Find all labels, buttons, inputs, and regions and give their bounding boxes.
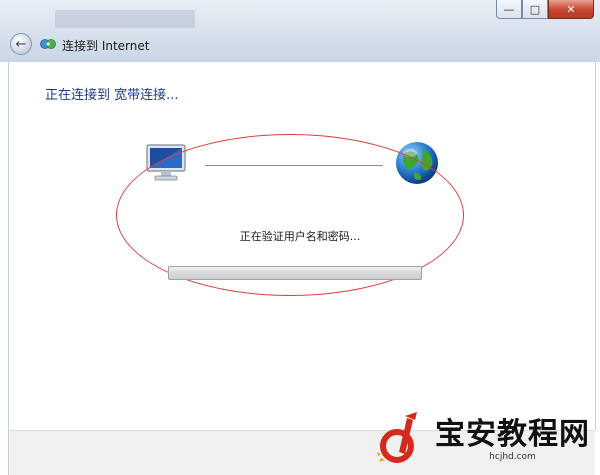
back-button[interactable]: ← [10, 33, 32, 55]
progress-bar [168, 266, 422, 280]
watermark-site-name: 宝安教程网 [435, 416, 590, 452]
watermark-text: 宝安教程网 hcjhd.com [435, 416, 590, 463]
maximize-button[interactable]: □ [522, 0, 548, 19]
network-connection-icon [40, 39, 56, 49]
status-text: 正在验证用户名和密码... [239, 230, 361, 243]
wizard-content [8, 62, 596, 430]
watermark-logo-icon [377, 412, 417, 463]
site-watermark: 宝安教程网 hcjhd.com [371, 410, 590, 470]
minimize-button[interactable]: — [496, 0, 522, 19]
close-button[interactable]: ✕ [548, 0, 594, 19]
connection-line [205, 165, 383, 166]
blurred-title-text [55, 10, 195, 28]
window-controls: — □ ✕ [496, 0, 594, 19]
globe-icon [396, 142, 438, 184]
connecting-heading: 正在连接到 宽带连接... [45, 88, 179, 103]
back-arrow-icon: ← [15, 36, 27, 52]
computer-icon [146, 144, 186, 181]
title-bar: — □ ✕ ← 连接到 Internet [0, 0, 600, 62]
window-title: 连接到 Internet [62, 39, 150, 53]
watermark-url: hcjhd.com [489, 451, 536, 462]
